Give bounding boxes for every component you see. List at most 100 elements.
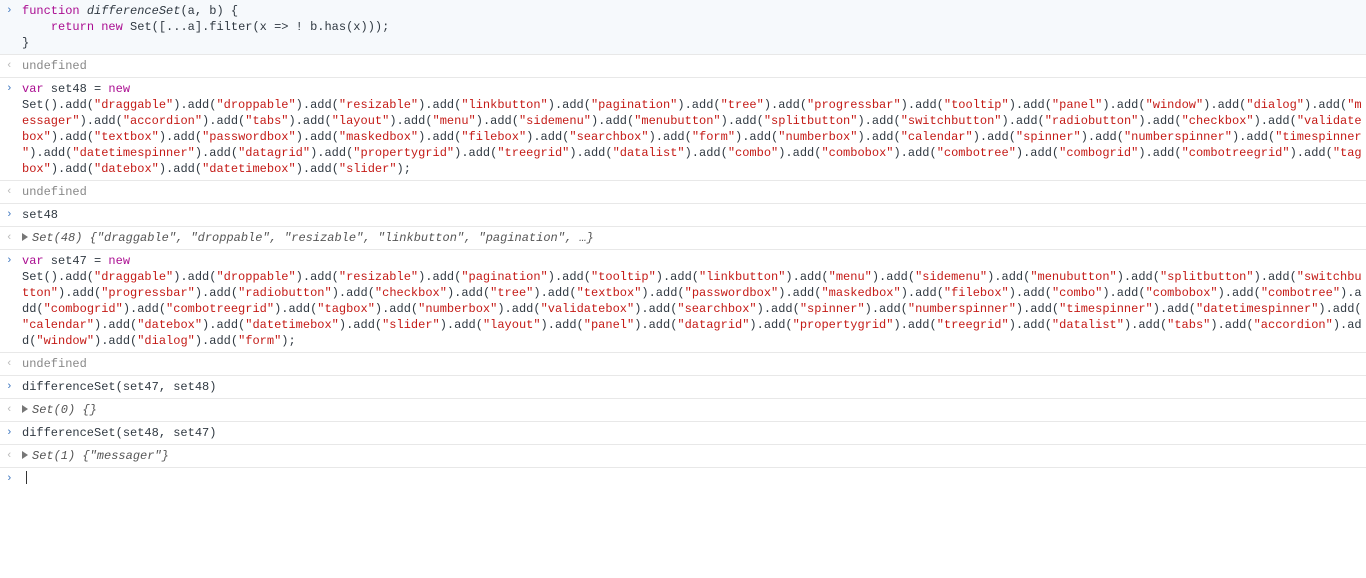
input-marker: › — [6, 3, 18, 19]
keyword-new: new — [101, 20, 123, 34]
set-label: Set(0) {} — [32, 403, 97, 417]
expand-triangle-icon[interactable] — [22, 405, 28, 413]
string-literal: "layout" — [332, 114, 390, 128]
string-literal: "combogrid" — [1059, 146, 1138, 160]
string-literal: "timespinner" — [1059, 302, 1153, 316]
console-row-12: › — [0, 468, 1366, 493]
output-marker: ‹ — [6, 184, 18, 200]
string-literal: "droppable" — [216, 270, 295, 284]
string-literal: "menu" — [433, 114, 476, 128]
string-literal: "splitbutton" — [764, 114, 858, 128]
string-literal: "filebox" — [461, 130, 526, 144]
string-literal: "panel" — [1052, 98, 1102, 112]
string-literal: "numberspinner" — [908, 302, 1016, 316]
keyword-return: return — [51, 20, 94, 34]
string-literal: "tooltip" — [591, 270, 656, 284]
string-literal: "textbox" — [577, 286, 642, 300]
input-marker: › — [6, 81, 18, 97]
string-literal: "datetimespinner" — [1196, 302, 1318, 316]
string-literal: "slider" — [339, 162, 397, 176]
string-literal: "menubutton" — [634, 114, 720, 128]
code-content — [22, 471, 1366, 487]
string-literal: "combotreegrid" — [1182, 146, 1290, 160]
string-literal: "draggable" — [94, 98, 173, 112]
string-literal: "accordion" — [1254, 318, 1333, 332]
string-literal: "propertygrid" — [793, 318, 894, 332]
console-row-7: ‹ undefined — [0, 353, 1366, 376]
expand-triangle-icon[interactable] — [22, 451, 28, 459]
string-literal: "textbox" — [94, 130, 159, 144]
function-name: differenceSet — [87, 4, 181, 18]
set-ctor: Set — [130, 20, 152, 34]
string-literal: "progressbar" — [101, 286, 195, 300]
string-literal: "panel" — [584, 318, 634, 332]
input-marker: › — [6, 207, 18, 223]
string-literal: "radiobutton" — [1045, 114, 1139, 128]
console-row-8: › differenceSet(set47, set48) — [0, 376, 1366, 399]
input-cursor[interactable] — [26, 471, 27, 484]
code-content: Set(0) {} — [22, 402, 1366, 418]
string-literal: "combobox" — [1146, 286, 1218, 300]
console-row-11: ‹Set(1) {"messager"} — [0, 445, 1366, 468]
code-content: var set48 = new Set().add("draggable").a… — [22, 81, 1366, 177]
console-row-4: ›set48 — [0, 204, 1366, 227]
string-literal: "checkbox" — [1182, 114, 1254, 128]
string-literal: "treegrid" — [497, 146, 569, 160]
input-marker: › — [6, 379, 18, 395]
string-literal: "datalist" — [613, 146, 685, 160]
output-marker: ‹ — [6, 356, 18, 372]
undefined-result: undefined — [22, 59, 87, 73]
string-literal: "combotreegrid" — [166, 302, 274, 316]
code-content: undefined — [22, 184, 1366, 200]
string-literal: "resizable" — [339, 270, 418, 284]
string-literal: "calendar" — [22, 318, 94, 332]
string-literal: "tree" — [490, 286, 533, 300]
string-literal: "switchbutton" — [901, 114, 1002, 128]
keyword-new: new — [108, 82, 130, 96]
undefined-result: undefined — [22, 357, 87, 371]
keyword-var: var — [22, 254, 44, 268]
set-ellipsis: , …} — [565, 231, 594, 245]
string-literal: "combotree" — [1261, 286, 1340, 300]
set-item: "pagination" — [479, 231, 565, 245]
string-literal: "pagination" — [591, 98, 677, 112]
keyword-new: new — [108, 254, 130, 268]
string-literal: "propertygrid" — [353, 146, 454, 160]
string-literal: "spinner" — [1016, 130, 1081, 144]
string-literal: "numberspinner" — [1124, 130, 1232, 144]
string-literal: "datetimebox" — [245, 318, 339, 332]
string-literal: "datalist" — [1052, 318, 1124, 332]
string-literal: "datetimebox" — [202, 162, 296, 176]
code-content: differenceSet(set47, set48) — [22, 379, 1366, 395]
string-literal: "datagrid" — [677, 318, 749, 332]
string-literal: "checkbox" — [375, 286, 447, 300]
console-row-1: ‹undefined — [0, 55, 1366, 78]
string-literal: "maskedbox" — [339, 130, 418, 144]
string-literal: "sidemenu" — [915, 270, 987, 284]
code-content: Set(1) {"messager"} — [22, 448, 1366, 464]
set-item: "resizable" — [284, 231, 363, 245]
string-literal: "menubutton" — [1030, 270, 1116, 284]
expression: differenceSet(set47, set48) — [22, 380, 216, 394]
code-content: set48 — [22, 207, 1366, 223]
string-literal: "searchbox" — [569, 130, 648, 144]
string-literal: "resizable" — [339, 98, 418, 112]
string-literal: "draggable" — [94, 270, 173, 284]
string-literal: "datebox" — [94, 162, 159, 176]
string-literal: "searchbox" — [677, 302, 756, 316]
var-name: set48 = — [44, 82, 109, 96]
string-literal: "sidemenu" — [519, 114, 591, 128]
code-content: undefined — [22, 356, 1366, 372]
set-item: "draggable" — [97, 231, 176, 245]
string-literal: "progressbar" — [807, 98, 901, 112]
string-literal: "treegrid" — [937, 318, 1009, 332]
string-literal: "combotree" — [937, 146, 1016, 160]
string-literal: "combo" — [1052, 286, 1102, 300]
input-marker: › — [6, 425, 18, 441]
string-literal: "window" — [36, 334, 94, 348]
expand-triangle-icon[interactable] — [22, 233, 28, 241]
console-row-10: ›differenceSet(set48, set47) — [0, 422, 1366, 445]
console-row-9: ‹Set(0) {} — [0, 399, 1366, 422]
string-literal: "form" — [692, 130, 735, 144]
string-literal: "tooltip" — [944, 98, 1009, 112]
